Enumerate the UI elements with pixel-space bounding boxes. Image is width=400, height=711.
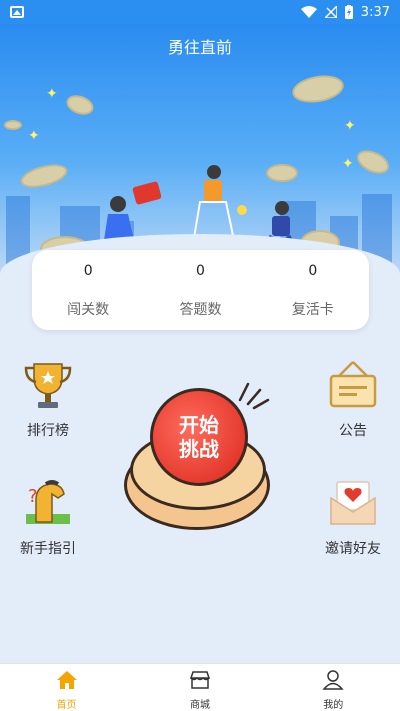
bottom-tab-bar: 首页 商城 我的 [0, 663, 400, 711]
wifi-icon [300, 6, 317, 18]
spark-lines [238, 382, 270, 410]
start-label-line2: 挑战 [179, 437, 219, 461]
stat-label: 复活卡 [291, 302, 334, 318]
tab-store[interactable]: 商城 [133, 664, 266, 711]
notice-board-icon [327, 360, 379, 412]
stats-card: 0 闯关数 0 答题数 0 复活卡 [32, 250, 369, 330]
image-notification-icon [10, 6, 24, 18]
svg-text:?: ? [28, 486, 38, 507]
tab-label: 首页 [56, 700, 77, 711]
ranking-label: 排行榜 [27, 423, 69, 439]
clock: 3:37 [360, 4, 390, 20]
start-challenge-button[interactable]: 开始 挑战 [120, 380, 280, 540]
stat-value: 0 [308, 263, 318, 279]
stat-revive-cards: 0 复活卡 [257, 250, 369, 330]
status-bar: 3:37 [0, 0, 400, 24]
ranking-button[interactable]: 排行榜 [3, 360, 93, 440]
invite-label: 邀请好友 [325, 541, 381, 557]
tab-profile[interactable]: 我的 [267, 664, 400, 711]
no-signal-icon [324, 6, 337, 18]
user-icon [322, 670, 344, 690]
tab-label: 商城 [189, 700, 210, 711]
announcement-label: 公告 [339, 423, 367, 439]
start-button-top[interactable]: 开始 挑战 [150, 388, 248, 486]
guide-button[interactable]: ? 新手指引 [3, 478, 93, 558]
stat-answers: 0 答题数 [144, 250, 256, 330]
horse-guide-icon: ? [22, 478, 74, 530]
guide-label: 新手指引 [20, 541, 76, 557]
tab-home[interactable]: 首页 [0, 664, 133, 711]
trophy-icon [22, 360, 74, 412]
tab-label: 我的 [323, 700, 344, 711]
announcement-button[interactable]: 公告 [308, 360, 398, 440]
hero-banner: 勇往直前 ✦ ✦ ✦ ✦ [0, 24, 400, 274]
envelope-heart-icon [327, 478, 379, 530]
store-icon [189, 671, 211, 689]
stat-value: 0 [83, 263, 93, 279]
home-icon [56, 671, 77, 689]
invite-button[interactable]: 邀请好友 [308, 478, 398, 558]
stat-label: 闯关数 [67, 302, 110, 318]
battery-icon [344, 5, 353, 19]
start-label-line1: 开始 [179, 413, 219, 437]
stat-value: 0 [196, 263, 205, 279]
stat-label: 答题数 [179, 302, 222, 318]
stat-levels: 0 闯关数 [32, 250, 144, 330]
